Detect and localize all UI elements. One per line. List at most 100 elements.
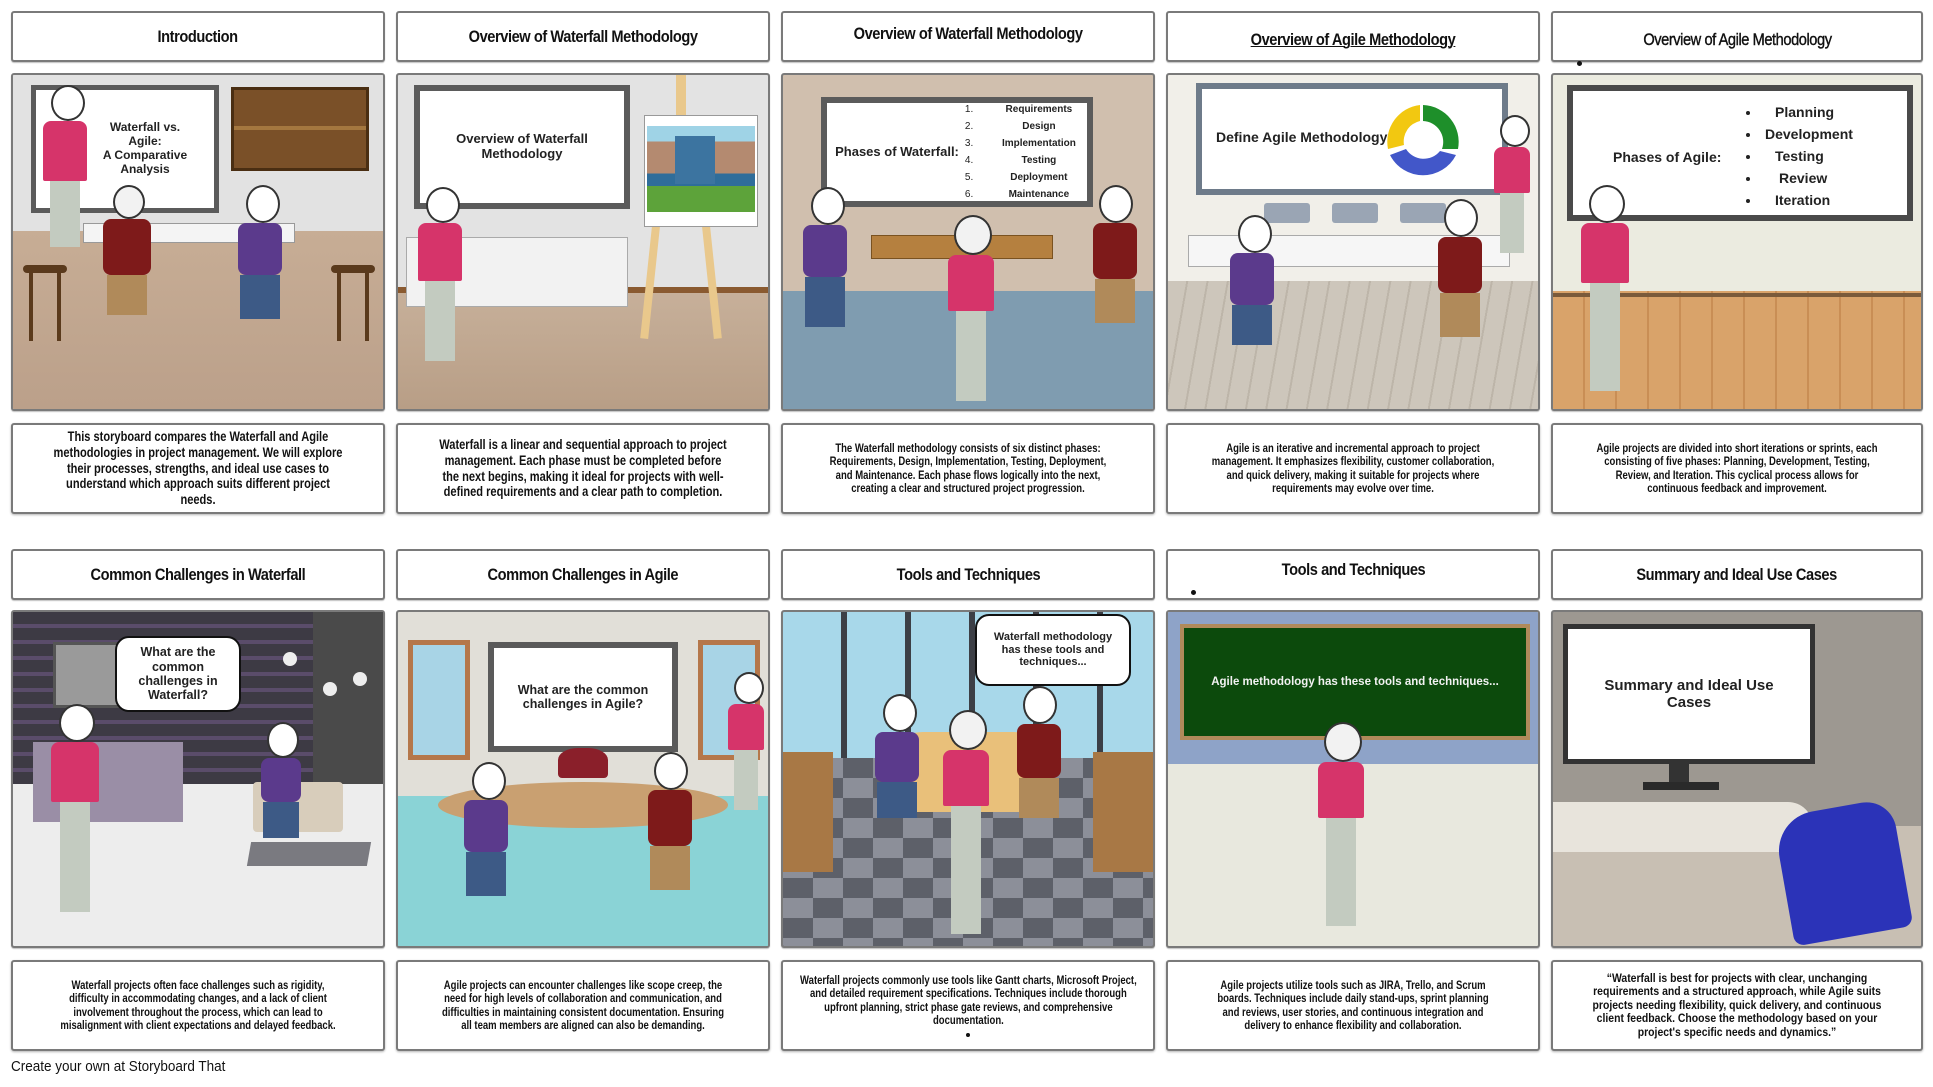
character-student-girl [875, 694, 919, 818]
cell-description[interactable]: Waterfall projects often face challenges… [11, 960, 385, 1051]
board-line: Overview of Waterfall [456, 131, 588, 147]
phase-item: Development [1761, 123, 1853, 145]
cell-description[interactable]: This storyboard compares the Waterfall a… [11, 423, 385, 514]
character-student-girl [803, 187, 847, 327]
description-text: “Waterfall is best for projects with cle… [1592, 971, 1882, 1039]
pendant-light [323, 682, 337, 696]
scene-waterfall-phases[interactable]: Phases of Waterfall: 1. Requirements 2. De… [781, 73, 1155, 411]
cell-title-agile-phases[interactable]: Overview of Agile Methodology [1551, 11, 1923, 62]
scene-agile-phases[interactable]: Phases of Agile: Planning Development Te… [1551, 73, 1923, 411]
coffee-table [246, 842, 372, 866]
character-teacher [51, 704, 99, 912]
waterfall-painting [644, 115, 758, 227]
character-student-boy [1017, 686, 1061, 818]
agile-phases-list: Planning Development Testing Review Iter… [1743, 101, 1853, 211]
cell-title-text: Tools and Techniques [896, 564, 1040, 584]
description-text: Waterfall is a linear and sequential app… [439, 437, 727, 500]
cell-title-text: Summary and Ideal Use Cases [1636, 564, 1838, 584]
cabinet [1093, 752, 1153, 872]
cell-title-introduction[interactable]: Introduction [11, 11, 385, 62]
cell-title-waterfall-challenges[interactable]: Common Challenges in Waterfall [11, 549, 385, 600]
board-line: Agile: [128, 134, 162, 149]
agile-cycle-icon [1387, 105, 1459, 176]
scene-agile-challenges[interactable]: What are the common challenges in Agile? [396, 610, 770, 948]
speech-bubble: What are the common challenges in Waterf… [115, 636, 241, 712]
cell-title-agile-challenges[interactable]: Common Challenges in Agile [396, 549, 770, 600]
cell-title-agile-tools[interactable]: Tools and Techniques [1166, 549, 1540, 600]
cell-title-waterfall-phases[interactable]: Overview of Waterfall Methodology [781, 11, 1155, 62]
cell-title-summary[interactable]: Summary and Ideal Use Cases [1551, 549, 1923, 600]
description-text: Waterfall projects often face challenges… [60, 978, 336, 1032]
phase-item: Deployment [1010, 172, 1068, 183]
phase-item: Design [1022, 121, 1056, 132]
scene-waterfall-tools[interactable]: Waterfall methodology has these tools an… [781, 610, 1155, 948]
cell-description[interactable]: “Waterfall is best for projects with cle… [1551, 960, 1923, 1051]
cell-description[interactable]: Agile projects are divided into short it… [1551, 423, 1923, 514]
cell-description[interactable]: Waterfall projects commonly use tools li… [781, 960, 1155, 1051]
character-teacher [1581, 185, 1629, 391]
cell-title-text: Tools and Techniques [1281, 559, 1425, 579]
whiteboard: What are the common challenges in Agile? [488, 642, 678, 752]
board-label: Phases of Waterfall: [835, 143, 959, 159]
footer-create-link[interactable]: Create your own at Storyboard That [11, 1058, 225, 1075]
chair [558, 748, 608, 778]
description-text: Agile is an iterative and incremental ap… [1211, 441, 1495, 495]
board-label: Define Agile Methodology [1216, 129, 1388, 145]
character-student-girl [464, 762, 508, 896]
board-line: Analysis [120, 161, 170, 176]
character-student-boy [1093, 185, 1137, 323]
description-text: Agile projects are divided into short it… [1596, 441, 1878, 495]
character-student-girl [238, 185, 282, 319]
character-student-girl [1230, 215, 1274, 345]
board-line: A Comparative [102, 148, 188, 162]
scene-agile-tools[interactable]: Agile methodology has these tools and te… [1166, 610, 1540, 948]
phase-item: Testing [1021, 155, 1057, 166]
phase-item: Planning [1761, 101, 1853, 123]
cell-description[interactable]: Waterfall is a linear and sequential app… [396, 423, 770, 514]
office-chair [1772, 797, 1914, 946]
phase-item: Requirements [1005, 104, 1073, 115]
description-text: Waterfall projects commonly use tools li… [799, 973, 1137, 1027]
cell-title-text: Overview of Waterfall Methodology [853, 23, 1083, 43]
character-teacher [1494, 115, 1530, 253]
phase-item: Maintenance [1008, 189, 1070, 200]
cell-title-text: Common Challenges in Agile [487, 564, 679, 584]
board-label: Phases of Agile: [1613, 149, 1722, 165]
pendant-light [353, 672, 367, 686]
pendant-light [283, 652, 297, 666]
window [408, 640, 470, 760]
stray-bullet-icon [966, 1033, 970, 1038]
character-teacher [418, 187, 462, 361]
description-text: Agile projects can encounter challenges … [441, 978, 725, 1032]
stray-bullet-icon [1577, 61, 1582, 66]
cell-description[interactable]: Agile projects utilize tools such as JIR… [1166, 960, 1540, 1051]
cabinet [783, 752, 833, 872]
speech-bubble: Waterfall methodology has these tools an… [975, 614, 1131, 686]
cell-description[interactable]: The Waterfall methodology consists of si… [781, 423, 1155, 514]
board-line: Waterfall vs. [109, 120, 181, 135]
character-student-boy [648, 752, 692, 890]
description-text: This storyboard compares the Waterfall a… [53, 429, 343, 507]
cell-title-waterfall-tools[interactable]: Tools and Techniques [781, 549, 1155, 600]
cell-title-text: Overview of Agile Methodology [1250, 29, 1456, 49]
cell-description[interactable]: Agile projects can encounter challenges … [396, 960, 770, 1051]
scene-agile-overview[interactable]: Define Agile Methodology [1166, 73, 1540, 411]
cell-description[interactable]: Agile is an iterative and incremental ap… [1166, 423, 1540, 514]
scene-waterfall-overview[interactable]: Overview of Waterfall Methodology [396, 73, 770, 411]
whiteboard: Define Agile Methodology [1196, 83, 1508, 195]
board-label: What are the common challenges in Agile? [517, 682, 649, 711]
board-line: Methodology [481, 146, 563, 161]
cell-title-waterfall-overview[interactable]: Overview of Waterfall Methodology [396, 11, 770, 62]
scene-introduction[interactable]: Waterfall vs. Agile: A Comparative Analy… [11, 73, 385, 411]
phase-item: Iteration [1761, 189, 1853, 211]
scene-summary[interactable]: Summary and Ideal Use Cases [1551, 610, 1923, 948]
board-label: Agile methodology has these tools and te… [1211, 676, 1499, 688]
description-text: The Waterfall methodology consists of si… [829, 441, 1107, 495]
cell-title-text: Common Challenges in Waterfall [90, 564, 306, 584]
character-student-girl [261, 722, 301, 838]
character-student-back [103, 185, 151, 315]
cell-title-agile-overview[interactable]: Overview of Agile Methodology [1166, 11, 1540, 62]
monitor: Summary and Ideal Use Cases [1563, 624, 1815, 764]
scene-waterfall-challenges[interactable]: What are the common challenges in Waterf… [11, 610, 385, 948]
whiteboard: Phases of Waterfall: 1. Requirements 2. De… [821, 97, 1093, 207]
